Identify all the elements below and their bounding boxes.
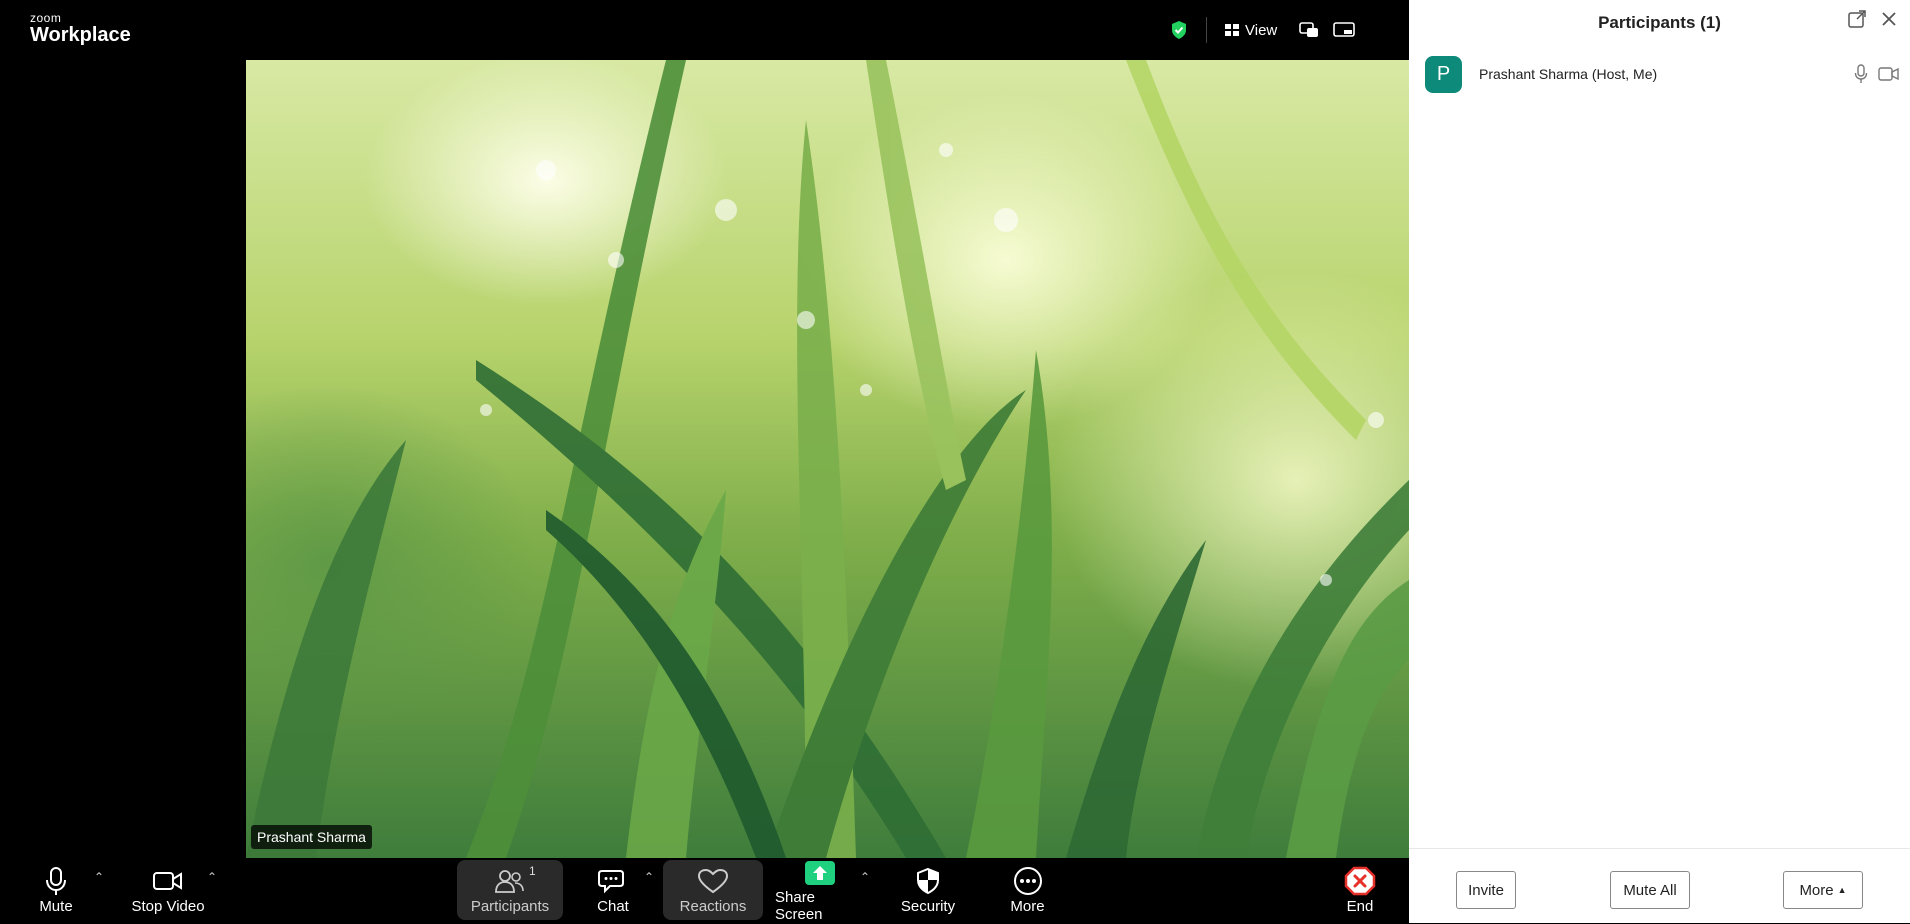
stop-video-label: Stop Video xyxy=(131,898,205,915)
video-options-chevron-icon[interactable]: ⌃ xyxy=(207,870,217,884)
grass-background-image xyxy=(246,60,1409,858)
more-label: More xyxy=(1010,898,1045,915)
share-screen-button[interactable]: Share Screen xyxy=(775,858,865,923)
participant-row[interactable]: P Prashant Sharma (Host, Me) xyxy=(1425,55,1900,93)
logo-small-text: zoom xyxy=(30,11,62,25)
panel-more-label: More xyxy=(1799,881,1834,899)
panel-title: Participants (1) xyxy=(1598,13,1721,32)
stop-video-button[interactable]: Stop Video xyxy=(128,858,208,923)
participants-panel: Participants (1) P Prashant Sharma (Host… xyxy=(1409,0,1910,923)
close-icon[interactable] xyxy=(1880,10,1898,33)
participants-label: Participants xyxy=(470,897,550,915)
mute-label: Mute xyxy=(39,898,73,915)
shield-icon xyxy=(915,866,941,896)
more-button[interactable]: More xyxy=(1005,858,1050,923)
reactions-label: Reactions xyxy=(679,897,747,915)
video-name-tag: Prashant Sharma xyxy=(251,825,372,849)
logo-big-text: Workplace xyxy=(30,24,131,46)
zoom-logo: zoom Workplace xyxy=(30,12,131,46)
security-label: Security xyxy=(900,898,956,915)
pop-out-icon[interactable] xyxy=(1848,10,1866,33)
heart-icon xyxy=(697,866,729,896)
top-right-controls: View xyxy=(1170,14,1356,46)
share-screen-icon xyxy=(804,858,836,887)
participant-name: Prashant Sharma (Host, Me) xyxy=(1479,66,1658,82)
share-options-chevron-icon[interactable]: ⌃ xyxy=(860,870,870,884)
meeting-window: zoom Workplace View Prashant Sharma Mute… xyxy=(0,0,1409,923)
invite-button[interactable]: Invite xyxy=(1456,871,1516,909)
video-camera-icon xyxy=(1878,67,1900,81)
participants-button[interactable]: 1 Participants xyxy=(457,860,563,920)
mute-button[interactable]: Mute xyxy=(30,858,82,923)
participants-count-badge: 1 xyxy=(529,863,536,878)
chat-options-chevron-icon[interactable]: ⌃ xyxy=(644,870,654,884)
end-call-icon xyxy=(1344,866,1376,896)
view-label: View xyxy=(1245,21,1278,39)
mute-all-button[interactable]: Mute All xyxy=(1610,871,1690,909)
panel-footer: Invite Mute All More ▲ xyxy=(1409,848,1910,924)
meeting-toolbar: Mute ⌃ Stop Video ⌃ 1 Participants Chat … xyxy=(0,858,1409,923)
audio-options-chevron-icon[interactable]: ⌃ xyxy=(94,870,104,884)
chat-label: Chat xyxy=(597,898,629,915)
participant-status-icons xyxy=(1854,64,1900,84)
end-button[interactable]: End xyxy=(1340,858,1380,923)
video-feed xyxy=(246,60,1409,858)
end-label: End xyxy=(1346,898,1374,915)
caret-up-icon: ▲ xyxy=(1837,885,1847,895)
shield-check-icon[interactable] xyxy=(1170,20,1188,40)
microphone-icon xyxy=(45,866,67,896)
avatar: P xyxy=(1425,55,1462,93)
security-button[interactable]: Security xyxy=(898,858,958,923)
view-grid-icon xyxy=(1225,24,1239,36)
microphone-icon xyxy=(1854,64,1868,84)
video-camera-icon xyxy=(153,866,183,896)
view-button[interactable]: View xyxy=(1225,22,1277,39)
more-dots-icon xyxy=(1013,866,1043,896)
reactions-button[interactable]: Reactions xyxy=(663,860,763,920)
divider xyxy=(1206,17,1207,43)
participants-icon: 1 xyxy=(495,864,536,896)
minimize-icon[interactable] xyxy=(1333,22,1356,38)
chat-button[interactable]: Chat xyxy=(590,858,636,923)
chat-bubble-icon xyxy=(598,866,628,896)
share-screen-label: Share Screen xyxy=(775,889,823,923)
panel-more-button[interactable]: More ▲ xyxy=(1783,871,1863,909)
picture-in-picture-icon[interactable] xyxy=(1299,22,1319,38)
